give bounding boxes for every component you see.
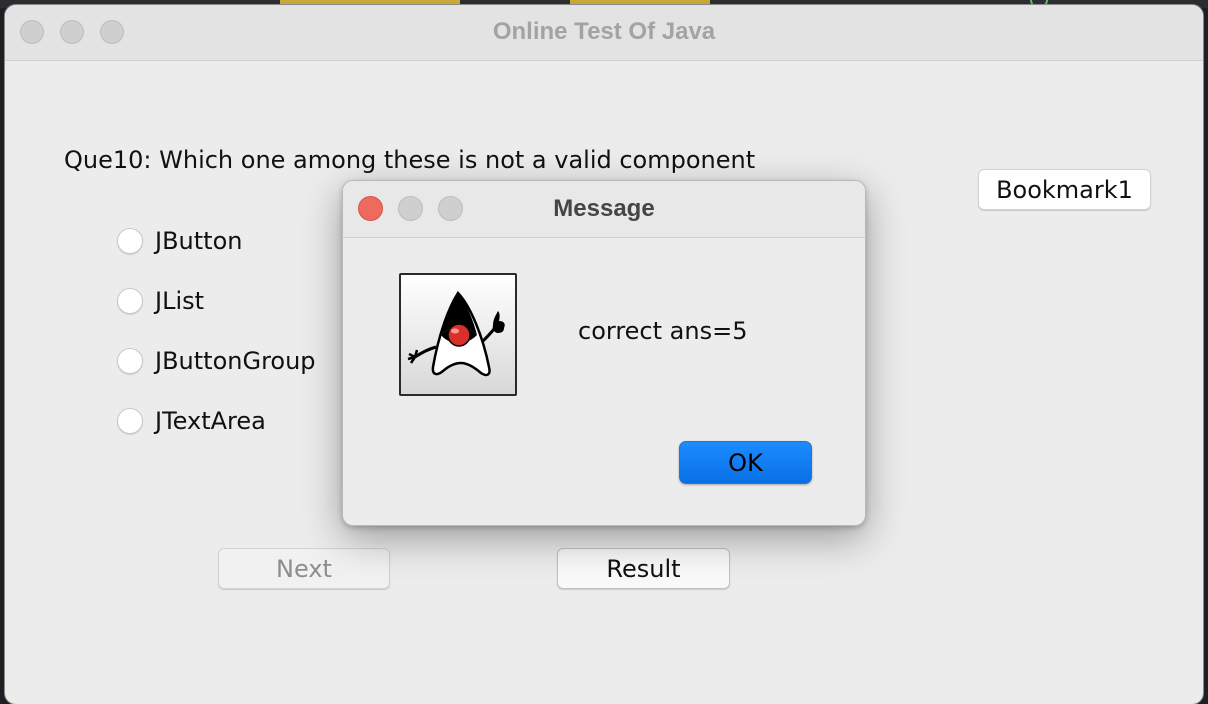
option-jbuttongroup[interactable]: JButtonGroup bbox=[117, 346, 316, 376]
question-text: Que10: Which one among these is not a va… bbox=[64, 146, 756, 174]
background-tab bbox=[280, 0, 460, 4]
radio-button[interactable] bbox=[117, 228, 143, 254]
option-jbutton[interactable]: JButton bbox=[117, 226, 242, 256]
dialog-titlebar[interactable]: Message bbox=[343, 181, 865, 238]
option-jlist[interactable]: JList bbox=[117, 286, 204, 316]
radio-button[interactable] bbox=[117, 348, 143, 374]
duke-illustration bbox=[407, 290, 505, 377]
option-label: JTextArea bbox=[155, 407, 266, 435]
bookmark-button[interactable]: Bookmark1 bbox=[978, 169, 1151, 210]
radio-button[interactable] bbox=[117, 288, 143, 314]
dialog-title: Message bbox=[553, 195, 655, 222]
radio-button[interactable] bbox=[117, 408, 143, 434]
window-titlebar[interactable]: Online Test Of Java bbox=[5, 5, 1203, 61]
ok-button[interactable]: OK bbox=[679, 441, 812, 484]
dialog-message: correct ans=5 bbox=[578, 317, 748, 345]
message-dialog: Message correct ans=5 OK bbox=[342, 180, 866, 526]
option-label: JList bbox=[155, 287, 205, 315]
option-jtextarea[interactable]: JTextArea bbox=[117, 406, 266, 436]
option-label: JButton bbox=[155, 227, 243, 255]
option-label: JButtonGroup bbox=[155, 347, 316, 375]
java-duke-icon bbox=[399, 273, 517, 396]
background-tab bbox=[570, 0, 710, 4]
window-title: Online Test Of Java bbox=[492, 18, 716, 45]
result-button[interactable]: Result bbox=[557, 548, 730, 589]
next-button[interactable]: Next bbox=[218, 548, 390, 589]
